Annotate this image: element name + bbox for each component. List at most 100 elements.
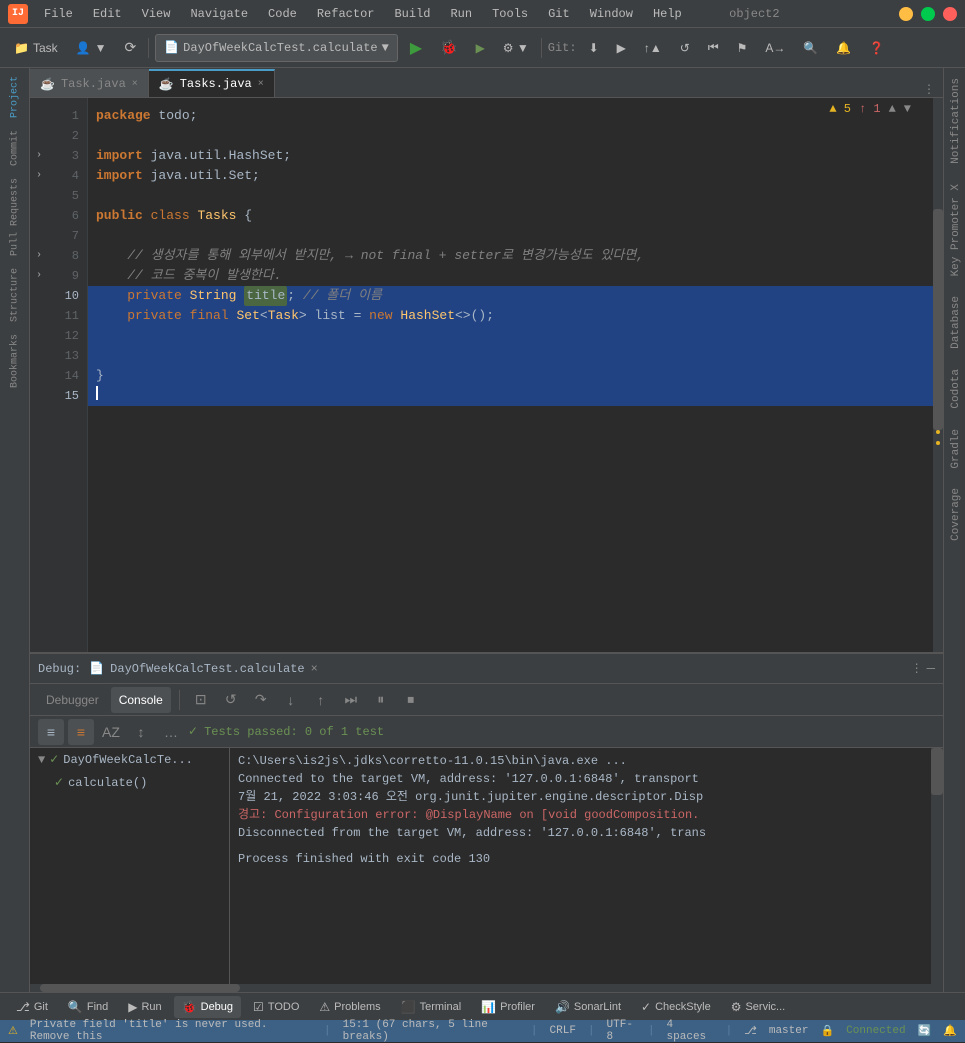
- menu-build[interactable]: Build: [386, 5, 438, 23]
- sidebar-commit-icon[interactable]: Commit: [3, 126, 27, 170]
- status-notification-icon[interactable]: 🔔: [943, 1024, 957, 1038]
- project-label: Task: [33, 41, 58, 55]
- sub-toolbar-btn-more[interactable]: …: [158, 719, 184, 745]
- notifications-button[interactable]: 🔔: [830, 34, 857, 62]
- bottom-checkstyle-btn[interactable]: ✓ CheckStyle: [633, 996, 719, 1018]
- sidebar-bookmarks-icon[interactable]: Bookmarks: [3, 330, 27, 392]
- translate-button[interactable]: A→: [759, 34, 791, 62]
- menu-tools[interactable]: Tools: [484, 5, 536, 23]
- vert-tab-coverage[interactable]: Coverage: [945, 478, 965, 551]
- help-button[interactable]: ❓: [863, 34, 890, 62]
- status-encoding[interactable]: CRLF: [550, 1025, 576, 1037]
- debug-console[interactable]: C:\Users\is2js\.jdks\corretto-11.0.15\bi…: [230, 748, 931, 984]
- debug-toolbar-sep: [179, 690, 180, 710]
- debug-tab-close[interactable]: ×: [311, 662, 318, 676]
- debug-stop-btn[interactable]: ⏹: [398, 687, 424, 713]
- vert-tab-codota[interactable]: Codota: [945, 359, 965, 419]
- debug-step-out-btn[interactable]: ↑: [308, 687, 334, 713]
- debug-tree-item-1[interactable]: ▼ ✓ DayOfWeekCalcTe...: [30, 748, 229, 771]
- vert-tab-gradle[interactable]: Gradle: [945, 419, 965, 479]
- status-charset[interactable]: UTF-8: [607, 1019, 636, 1043]
- status-position[interactable]: 15:1 (67 chars, 5 line breaks): [343, 1019, 519, 1043]
- debug-button[interactable]: 🐞: [434, 34, 463, 62]
- coverage-button[interactable]: ▶: [470, 34, 491, 62]
- bottom-todo-btn[interactable]: ☑ TODO: [245, 996, 307, 1018]
- close-button[interactable]: [943, 7, 957, 21]
- sidebar-vcs-icon[interactable]: Pull Requests: [3, 174, 27, 260]
- ln-11: 11: [48, 306, 87, 326]
- git-stash-button[interactable]: ⚑: [731, 34, 754, 62]
- console-tab-btn[interactable]: Console: [111, 687, 171, 713]
- maximize-button[interactable]: [921, 7, 935, 21]
- run-button[interactable]: ▶: [404, 34, 428, 62]
- tab-task-java-close[interactable]: ×: [132, 79, 138, 90]
- debugger-tab-btn[interactable]: Debugger: [38, 687, 107, 713]
- run-config-dropdown[interactable]: 📄 DayOfWeekCalcTest.calculate ▼: [155, 34, 398, 62]
- status-indent[interactable]: 4 spaces: [667, 1019, 714, 1043]
- menu-help[interactable]: Help: [645, 5, 690, 23]
- bottom-find-btn[interactable]: 🔍 Find: [60, 996, 116, 1018]
- scroll-track[interactable]: [933, 98, 943, 652]
- scroll-thumb[interactable]: [933, 209, 943, 431]
- search-button[interactable]: 🔍: [797, 34, 824, 62]
- sub-toolbar-btn-2[interactable]: ≡: [68, 719, 94, 745]
- sonar-icon: 🔊: [555, 1000, 570, 1014]
- debug-evaluate-btn[interactable]: ⏸: [368, 687, 394, 713]
- toolbar-cursor-button[interactable]: ⟳: [118, 34, 142, 62]
- debug-step-into-btn[interactable]: ↓: [278, 687, 304, 713]
- minimize-button[interactable]: [899, 7, 913, 21]
- bottom-run-btn[interactable]: ▶ Run: [120, 996, 169, 1018]
- debug-run-cursor-btn[interactable]: ⏭: [338, 687, 364, 713]
- menu-edit[interactable]: Edit: [85, 5, 130, 23]
- sidebar-structure-icon[interactable]: Structure: [3, 264, 27, 326]
- git-push-button[interactable]: ▶: [611, 34, 632, 62]
- sidebar-project-icon[interactable]: Project: [3, 72, 27, 122]
- git-branch-button[interactable]: ⏮: [702, 34, 725, 62]
- bottom-git-btn[interactable]: ⎇ Git: [8, 996, 56, 1018]
- tab-tasks-java-close[interactable]: ×: [258, 79, 264, 90]
- menu-run[interactable]: Run: [442, 5, 480, 23]
- bottom-problems-btn[interactable]: ⚠ Problems: [311, 996, 388, 1018]
- debug-split-btn[interactable]: ⊡: [188, 687, 214, 713]
- menu-code[interactable]: Code: [260, 5, 305, 23]
- vert-tab-key-promoter[interactable]: Key Promoter X: [945, 174, 965, 286]
- tab-tasks-java[interactable]: ☕ Tasks.java ×: [149, 69, 275, 97]
- project-button[interactable]: 📁 Task: [8, 34, 64, 62]
- bottom-profiler-btn[interactable]: 📊 Profiler: [473, 996, 543, 1018]
- tabs-more-button[interactable]: ⋮: [915, 82, 943, 97]
- bottom-sonar-btn[interactable]: 🔊 SonarLint: [547, 996, 629, 1018]
- debug-tree-item-2[interactable]: ✓ calculate(): [30, 771, 229, 794]
- git-history-button[interactable]: ↑▲: [638, 34, 668, 62]
- sub-toolbar-btn-4[interactable]: ↕: [128, 719, 154, 745]
- vert-tab-database[interactable]: Database: [945, 286, 965, 359]
- menu-file[interactable]: File: [36, 5, 81, 23]
- status-branch[interactable]: master: [769, 1025, 809, 1037]
- sub-toolbar-btn-1[interactable]: ≡: [38, 719, 64, 745]
- debug-step-over-btn[interactable]: ↷: [248, 687, 274, 713]
- debug-scroll-thumb[interactable]: [931, 748, 943, 795]
- debug-tab-icon: 📄: [89, 661, 104, 676]
- tab-task-java[interactable]: ☕ Task.java ×: [30, 69, 149, 97]
- toolbar-profile-button[interactable]: 👤 ▼: [70, 34, 113, 62]
- more-run-button[interactable]: ⚙ ▼: [497, 34, 535, 62]
- bottom-terminal-btn[interactable]: ⬛ Terminal: [393, 996, 470, 1018]
- bottom-service-btn[interactable]: ⚙ Servic...: [723, 996, 794, 1018]
- menu-window[interactable]: Window: [582, 5, 641, 23]
- sub-toolbar-btn-3[interactable]: AZ: [98, 719, 124, 745]
- menu-refactor[interactable]: Refactor: [309, 5, 383, 23]
- menu-navigate[interactable]: Navigate: [182, 5, 256, 23]
- debug-minimize-button[interactable]: —: [927, 661, 935, 677]
- bottom-debug-btn[interactable]: 🐞 Debug: [174, 996, 241, 1018]
- debug-scrollbar-thumb[interactable]: [40, 984, 240, 992]
- debug-settings-icon[interactable]: ⋮: [911, 661, 923, 677]
- vert-tab-notifications[interactable]: Notifications: [945, 68, 965, 174]
- git-revert-button[interactable]: ↺: [674, 34, 696, 62]
- debug-resume-btn[interactable]: ↺: [218, 687, 244, 713]
- menu-git[interactable]: Git: [540, 5, 578, 23]
- git-update-button[interactable]: ⬇: [583, 34, 605, 62]
- menu-view[interactable]: View: [134, 5, 179, 23]
- window-title: object2: [729, 7, 779, 21]
- debug-scrollbar-h[interactable]: [30, 984, 943, 992]
- code-content[interactable]: package todo; import java.util.HashSet; …: [88, 98, 933, 652]
- debug-right-scroll[interactable]: [931, 748, 943, 984]
